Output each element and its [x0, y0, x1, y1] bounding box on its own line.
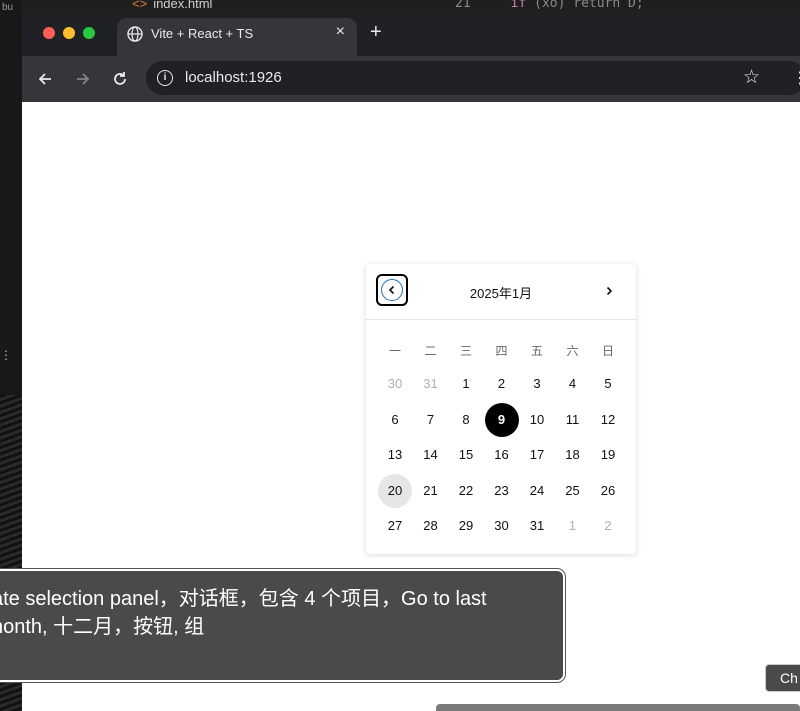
- html-file-icon: <>: [132, 0, 148, 11]
- browser-tab[interactable]: Vite + React + TS ×: [117, 18, 357, 56]
- caption-chip-button[interactable]: Ch: [765, 664, 800, 692]
- calendar-day[interactable]: 7: [414, 403, 448, 437]
- calendar-day[interactable]: 31: [520, 509, 554, 543]
- calendar-header: 2025年1月: [366, 264, 636, 320]
- calendar-day[interactable]: 30: [378, 367, 412, 401]
- weekday-label: 三: [459, 344, 472, 358]
- calendar-day[interactable]: 21: [414, 474, 448, 508]
- calendar-day[interactable]: 30: [485, 509, 519, 543]
- calendar-day[interactable]: 9: [484, 402, 519, 437]
- calendar-day[interactable]: 11: [556, 403, 590, 437]
- editor-file-name: index.html: [153, 0, 213, 11]
- calendar-day[interactable]: 18: [556, 438, 590, 472]
- dock-edge: [436, 704, 800, 711]
- caption-text: ate selection panel，对话框，包含 4 个项目，Go to l…: [0, 588, 487, 638]
- calendar-day[interactable]: 24: [520, 474, 554, 508]
- editor-code-line: 21 if (xo) return D;: [455, 0, 644, 11]
- close-tab-icon[interactable]: ×: [336, 23, 345, 41]
- weekday-label: 日: [601, 344, 614, 358]
- calendar-day[interactable]: 10: [520, 403, 554, 437]
- calendar-day[interactable]: 6: [378, 403, 412, 437]
- weekday-label: 四: [495, 344, 508, 358]
- site-info-icon[interactable]: i: [157, 70, 173, 86]
- tab-title: Vite + React + TS: [151, 26, 254, 41]
- calendar-day[interactable]: 27: [378, 509, 412, 543]
- calendar-day[interactable]: 31: [414, 367, 448, 401]
- calendar-day[interactable]: 17: [520, 438, 554, 472]
- calendar-day[interactable]: 1: [449, 367, 483, 401]
- calendar-day[interactable]: 2: [485, 367, 519, 401]
- calendar-day[interactable]: 25: [556, 474, 590, 508]
- calendar-day[interactable]: 20: [378, 473, 412, 508]
- weekday-label: 六: [566, 344, 579, 358]
- next-month-button[interactable]: [598, 280, 620, 302]
- browser-toolbar: i localhost:1926 ☆ ⋮: [22, 56, 800, 102]
- forward-arrow-icon[interactable]: [72, 68, 94, 90]
- calendar-day[interactable]: 19: [591, 438, 625, 472]
- calendar-day[interactable]: 3: [520, 367, 554, 401]
- calendar-day[interactable]: 2: [591, 509, 625, 543]
- back-arrow-icon[interactable]: [34, 68, 56, 90]
- menu-icon[interactable]: ⋮: [0, 348, 12, 362]
- calendar-day[interactable]: 13: [378, 438, 412, 472]
- address-bar[interactable]: i localhost:1926 ☆: [146, 61, 800, 95]
- editor-file-tab[interactable]: <> index.html: [132, 0, 212, 11]
- calendar-day[interactable]: 4: [556, 367, 590, 401]
- calendar-day[interactable]: 15: [449, 438, 483, 472]
- reload-icon[interactable]: [109, 68, 131, 90]
- new-tab-button[interactable]: +: [370, 22, 382, 42]
- calendar-day[interactable]: 23: [485, 474, 519, 508]
- month-year-label: 2025年1月: [469, 286, 533, 301]
- accessibility-caption-panel: ate selection panel，对话框，包含 4 个项目，Go to l…: [0, 569, 565, 682]
- extensions-icon[interactable]: ⋮: [792, 68, 800, 88]
- weekday-label: 一: [388, 344, 401, 358]
- calendar-day[interactable]: 29: [449, 509, 483, 543]
- bookmark-star-icon[interactable]: ☆: [743, 66, 760, 89]
- editor-sidebar-label: bu: [2, 2, 14, 13]
- editor-code-keyword: if: [510, 0, 527, 11]
- calendar-day[interactable]: 1: [556, 509, 590, 543]
- tab-strip: Vite + React + TS × +: [22, 12, 800, 56]
- chevron-right-icon: [606, 286, 613, 296]
- weekday-label: 二: [424, 344, 437, 358]
- calendar-day[interactable]: 22: [449, 474, 483, 508]
- calendar-day[interactable]: 5: [591, 367, 625, 401]
- calendar-day[interactable]: 28: [414, 509, 448, 543]
- calendar-day[interactable]: 14: [414, 438, 448, 472]
- globe-icon: [127, 26, 143, 42]
- editor-line-number: 21: [455, 0, 471, 11]
- address-url[interactable]: localhost:1926: [185, 69, 282, 86]
- weekday-label: 五: [530, 344, 543, 358]
- date-selection-panel: 2025年1月 一二三四五六日 30 31 1 2 3 4 5 6 7 8 9 10 11 12 13 14 1…: [366, 264, 636, 554]
- editor-code-text: (xo) return D;: [534, 0, 644, 11]
- calendar-day[interactable]: 8: [449, 403, 483, 437]
- window-maximize-button[interactable]: [83, 27, 95, 39]
- calendar-day[interactable]: 12: [591, 403, 625, 437]
- window-minimize-button[interactable]: [63, 27, 75, 39]
- window-close-button[interactable]: [43, 27, 55, 39]
- calendar-day[interactable]: 16: [485, 438, 519, 472]
- calendar-day[interactable]: 26: [591, 474, 625, 508]
